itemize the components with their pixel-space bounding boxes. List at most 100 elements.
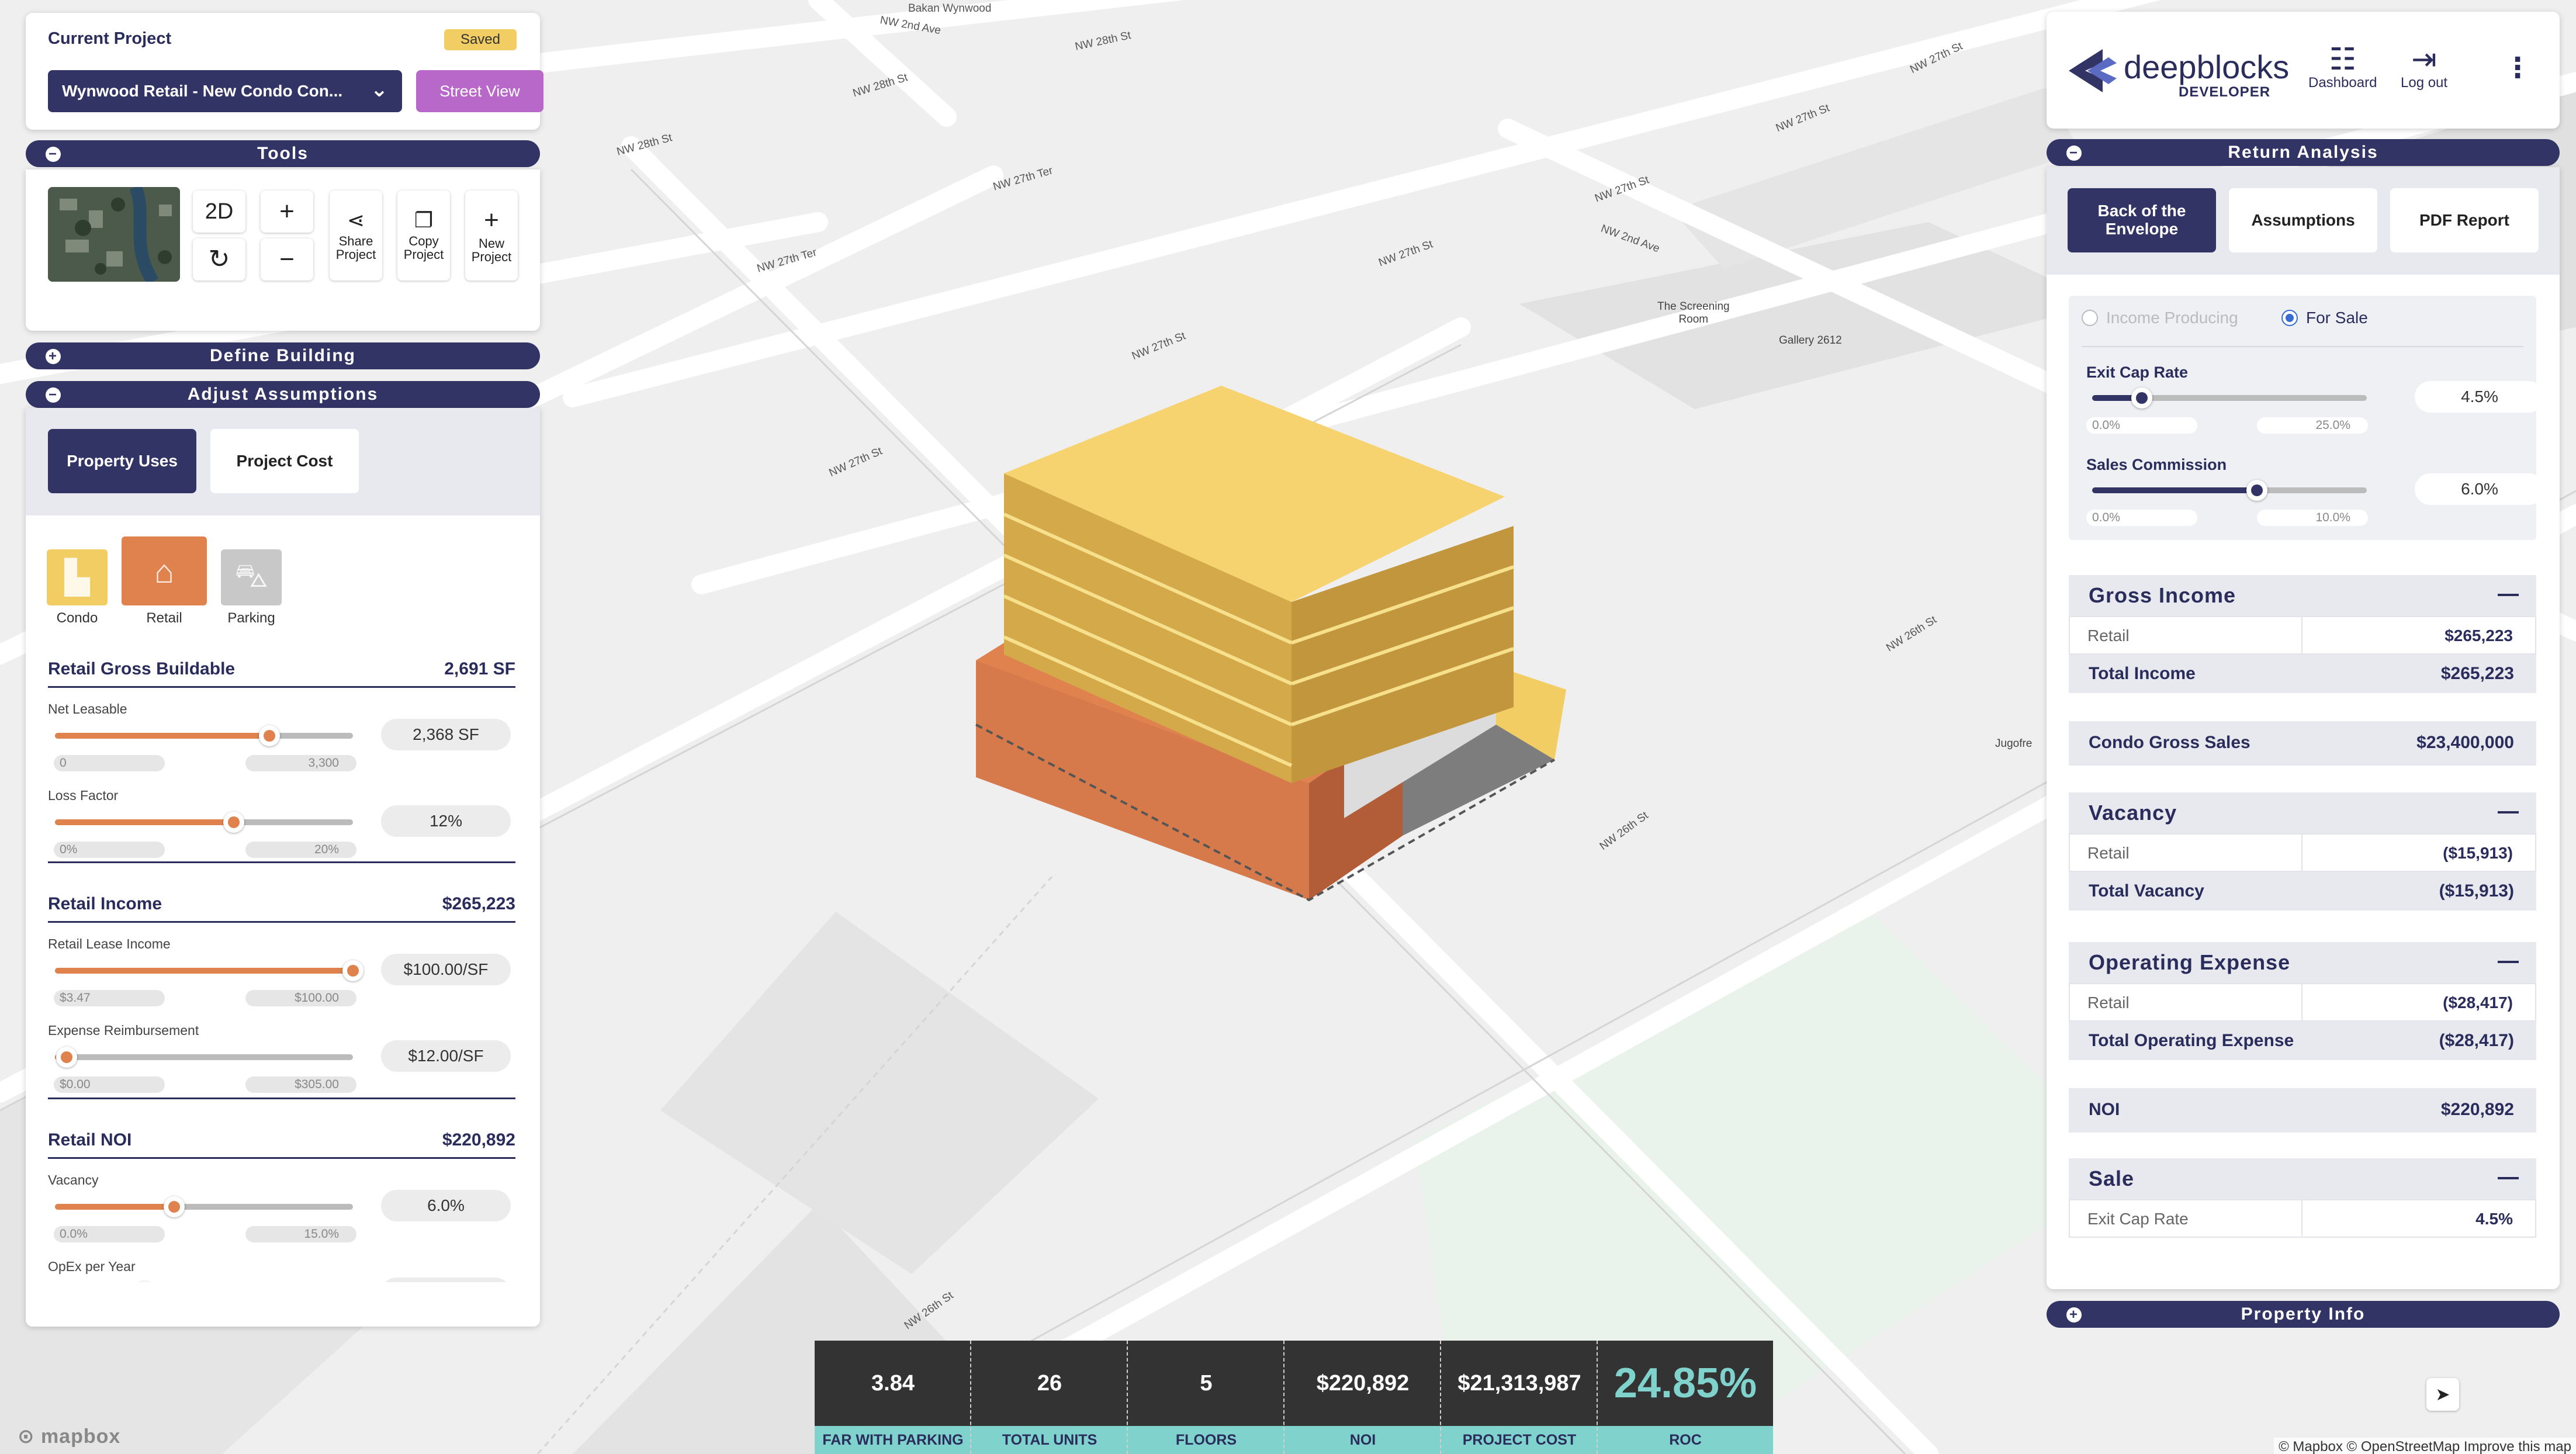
divider [48, 1098, 515, 1099]
collapse-minus-icon[interactable] [2498, 811, 2519, 813]
total-income-row: Total Income $265,223 [2069, 655, 2536, 693]
return-analysis-title: Return Analysis [2228, 143, 2378, 162]
logout-icon: ⇥ [2411, 43, 2437, 77]
sale-header[interactable]: Sale [2069, 1158, 2536, 1199]
define-building-header[interactable]: + Define Building [26, 342, 540, 369]
retail-gross-buildable-header: Retail Gross Buildable 2,691 SF [48, 659, 515, 688]
radio-income-producing[interactable]: Income Producing [2082, 309, 2238, 327]
total-operating-expense-row: Total Operating Expense ($28,417) [2069, 1022, 2536, 1060]
adjust-assumptions-header[interactable]: − Adjust Assumptions [26, 381, 540, 408]
collapse-minus-icon[interactable] [2498, 594, 2519, 596]
map-attribution[interactable]: © Mapbox © OpenStreetMap Improve this ma… [2274, 1438, 2576, 1454]
range-min: 0.0% [2086, 417, 2197, 434]
vacancy-slider[interactable] [55, 1196, 353, 1217]
slider-knob[interactable] [56, 1047, 78, 1068]
rotate-button[interactable]: ↻ [193, 238, 245, 281]
share-project-button[interactable]: ⋖ Share Project [330, 191, 382, 281]
collapse-icon[interactable]: − [46, 147, 61, 162]
zoom-in-button[interactable]: + [261, 191, 313, 233]
collapse-icon[interactable]: − [46, 387, 61, 403]
assumption-tabs: Property Uses Project Cost [26, 408, 540, 515]
gross-income-row: Retail $265,223 [2069, 616, 2536, 655]
street-view-button[interactable]: Street View [416, 70, 543, 112]
collapse-icon[interactable]: − [2066, 146, 2082, 161]
range-max: 20% [245, 842, 356, 858]
loss-factor-slider[interactable] [55, 812, 353, 833]
tab-property-uses[interactable]: Property Uses [48, 429, 196, 493]
radio-for-sale[interactable]: For Sale [2281, 309, 2368, 327]
slider-knob[interactable] [342, 960, 363, 981]
slider-knob[interactable] [164, 1196, 185, 1217]
satellite-thumbnail[interactable] [48, 187, 180, 282]
range-min: 0 [54, 755, 165, 771]
slider-knob[interactable] [223, 812, 244, 833]
expand-icon[interactable]: + [2066, 1307, 2082, 1323]
operating-expense-header[interactable]: Operating Expense [2069, 942, 2536, 983]
expense-reimbursement-input[interactable]: $12.00/SF [381, 1040, 511, 1072]
copy-project-button[interactable]: ❐ Copy Project [397, 191, 450, 281]
stat-noi: $220,892 NOI [1284, 1341, 1441, 1454]
tab-assumptions[interactable]: Assumptions [2229, 188, 2377, 252]
tab-back-of-envelope[interactable]: Back of the Envelope [2068, 188, 2216, 252]
slider-knob[interactable] [2131, 387, 2152, 408]
define-building-title: Define Building [210, 346, 356, 365]
mapbox-logo[interactable]: ⊙ mapbox [18, 1425, 120, 1448]
nav-logout[interactable]: ⇥ Log out [2401, 44, 2447, 91]
vacancy-label: Vacancy [48, 1172, 99, 1188]
sales-commission-slider[interactable] [2092, 480, 2367, 501]
adjust-assumptions-panel: Property Uses Project Cost ▙ Condo ⌂ Ret… [26, 408, 540, 1327]
slider-knob[interactable] [2246, 480, 2267, 501]
exit-cap-rate-slider[interactable] [2092, 387, 2367, 408]
retail-shop-icon: ⌂ [122, 536, 207, 605]
exit-cap-rate-input[interactable]: 4.5% [2415, 381, 2544, 413]
range-max: $305.00 [245, 1076, 356, 1093]
sales-commission-input[interactable]: 6.0% [2415, 473, 2544, 505]
loss-factor-input[interactable]: 12% [381, 805, 511, 837]
stat-far: 3.84 FAR WITH PARKING [815, 1341, 971, 1454]
net-leasable-slider[interactable] [55, 725, 353, 746]
poi-gallery-2612[interactable]: Gallery 2612 [1779, 334, 1842, 347]
tools-title: Tools [257, 144, 309, 163]
plus-icon: + [279, 197, 295, 226]
gross-income-header[interactable]: Gross Income [2069, 575, 2536, 616]
net-leasable-input[interactable]: 2,368 SF [381, 719, 511, 750]
collapse-minus-icon[interactable] [2498, 1177, 2519, 1179]
use-tile-condo[interactable]: ▙ Condo [47, 549, 108, 626]
deepblocks-logo-icon [2069, 49, 2117, 92]
nav-dashboard[interactable]: ☷ Dashboard [2308, 44, 2377, 91]
expand-icon[interactable]: + [46, 349, 61, 364]
divider [2082, 346, 2523, 347]
slider-knob[interactable] [259, 725, 281, 746]
poi-jugofre[interactable]: Jugofre [1995, 738, 2032, 750]
divider [48, 861, 515, 863]
range-min: 0.0% [2086, 510, 2197, 526]
collapse-minus-icon[interactable] [2498, 961, 2519, 963]
vacancy-input[interactable]: 6.0% [381, 1190, 511, 1221]
condo-gross-sales-row: Condo Gross Sales $23,400,000 [2069, 721, 2536, 766]
retail-lease-income-input[interactable]: $100.00/SF [381, 954, 511, 985]
expense-reimbursement-slider[interactable] [55, 1047, 353, 1068]
operating-expense-row: Retail ($28,417) [2069, 983, 2536, 1022]
project-select[interactable]: Wynwood Retail - New Condo Con... ⌄ [48, 70, 402, 112]
brand-subtitle: DEVELOPER [2179, 84, 2271, 100]
more-menu-icon[interactable]: ⋮ [2504, 51, 2532, 84]
brand-name: deepblocks [2124, 49, 2290, 85]
retail-income-header: Retail Income $265,223 [48, 894, 515, 923]
retail-lease-income-slider[interactable] [55, 960, 363, 981]
toggle-2d-button[interactable]: 2D [193, 191, 245, 233]
use-tile-parking[interactable]: ⛍ Parking [221, 549, 282, 626]
poi-screening-room[interactable]: The Screening Room [1657, 300, 1730, 326]
range-min: 0.0% [54, 1226, 165, 1242]
return-analysis-header[interactable]: − Return Analysis [2047, 139, 2560, 166]
compass-button[interactable]: ➤ [2426, 1378, 2459, 1411]
tab-pdf-report[interactable]: PDF Report [2390, 188, 2539, 252]
compass-arrow-icon: ➤ [2435, 1384, 2450, 1404]
vacancy-header[interactable]: Vacancy [2069, 792, 2536, 833]
tools-header[interactable]: − Tools [26, 140, 540, 167]
property-info-header[interactable]: + Property Info [2047, 1301, 2560, 1328]
range-max: $100.00 [245, 990, 356, 1006]
tab-project-cost[interactable]: Project Cost [210, 429, 359, 493]
use-tile-retail[interactable]: ⌂ Retail [122, 536, 207, 626]
zoom-out-button[interactable]: − [261, 238, 313, 281]
new-project-button[interactable]: + New Project [465, 191, 518, 281]
